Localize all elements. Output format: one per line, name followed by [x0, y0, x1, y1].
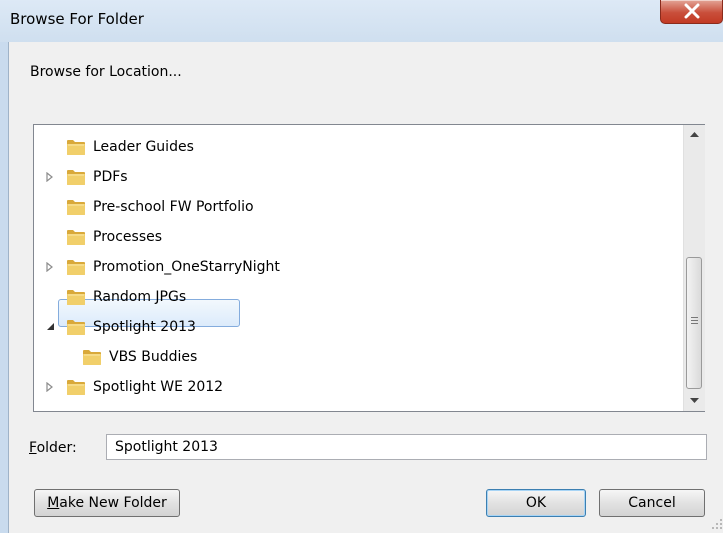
- tree-item-label: VBS Buddies: [109, 349, 198, 365]
- scroll-thumb[interactable]: [686, 257, 702, 389]
- folder-label-rest: older:: [36, 440, 77, 456]
- make-new-folder-button[interactable]: Make New Folder: [34, 489, 180, 517]
- folder-tree[interactable]: Leader Guides PDFs Pre-school FW Portfolio…: [33, 124, 705, 412]
- scroll-up-button[interactable]: [684, 125, 705, 145]
- folder-input[interactable]: Spotlight 2013: [106, 434, 707, 460]
- tree-item[interactable]: Spotlight WE 2012: [34, 374, 674, 400]
- folder-icon: [66, 198, 86, 216]
- close-button[interactable]: [660, 0, 723, 24]
- thumb-grip-line: [691, 320, 698, 321]
- vertical-scrollbar[interactable]: [683, 125, 705, 411]
- tree-item-label: Pre-school FW Portfolio: [93, 199, 254, 215]
- arrow-up-icon: [690, 132, 699, 137]
- folder-icon: [66, 228, 86, 246]
- tree-item[interactable]: Spotlight 2013: [34, 314, 674, 340]
- make-new-folder-rest: ake New Folder: [59, 495, 167, 511]
- scroll-down-button[interactable]: [684, 391, 705, 411]
- tree-item-label: PDFs: [93, 169, 128, 185]
- thumb-grip-line: [691, 323, 698, 324]
- folder-icon: [66, 288, 86, 306]
- tree-item[interactable]: Pre-school FW Portfolio: [34, 194, 674, 220]
- dialog-prompt: Browse for Location...: [30, 64, 182, 80]
- folder-icon: [66, 258, 86, 276]
- make-new-folder-accel: M: [47, 495, 60, 511]
- dialog-body: Browse for Location... Leader Guides PDFs…: [8, 42, 723, 533]
- tree-item-label: Processes: [93, 229, 163, 245]
- tree-item-label: Spotlight WE 2012: [93, 379, 224, 395]
- folder-icon: [66, 168, 86, 186]
- folder-label-accel: F: [29, 440, 37, 456]
- folder-icon: [66, 378, 86, 396]
- tree-item[interactable]: VBS Buddies: [34, 344, 674, 370]
- resize-grip-icon[interactable]: [711, 518, 723, 530]
- tree-item[interactable]: PDFs: [34, 164, 674, 190]
- window-title: Browse For Folder: [10, 10, 144, 28]
- tree-item[interactable]: Leader Guides: [34, 134, 674, 160]
- arrow-down-icon: [690, 398, 699, 403]
- tree-item-label: Leader Guides: [93, 139, 194, 155]
- folder-label: Folder:: [29, 440, 77, 456]
- title-bar[interactable]: Browse For Folder: [0, 0, 723, 42]
- ok-button[interactable]: OK: [486, 489, 586, 517]
- tree-item[interactable]: Promotion_OneStarryNight: [34, 254, 674, 280]
- folder-icon: [82, 348, 102, 366]
- tree-item-label: Promotion_OneStarryNight: [93, 259, 280, 275]
- collapsed-triangle-icon[interactable]: [46, 374, 58, 400]
- collapsed-triangle-icon[interactable]: [46, 254, 58, 280]
- close-icon: [684, 3, 700, 19]
- thumb-grip-line: [691, 317, 698, 318]
- cancel-button[interactable]: Cancel: [599, 489, 705, 517]
- expanded-triangle-icon[interactable]: [46, 314, 58, 340]
- tree-item-label: Spotlight 2013: [93, 319, 196, 335]
- tree-item[interactable]: Processes: [34, 224, 674, 250]
- collapsed-triangle-icon[interactable]: [46, 164, 58, 190]
- folder-icon: [66, 138, 86, 156]
- tree-item[interactable]: Random JPGs: [34, 284, 674, 310]
- folder-icon: [66, 318, 86, 336]
- tree-item-label: Random JPGs: [93, 289, 187, 305]
